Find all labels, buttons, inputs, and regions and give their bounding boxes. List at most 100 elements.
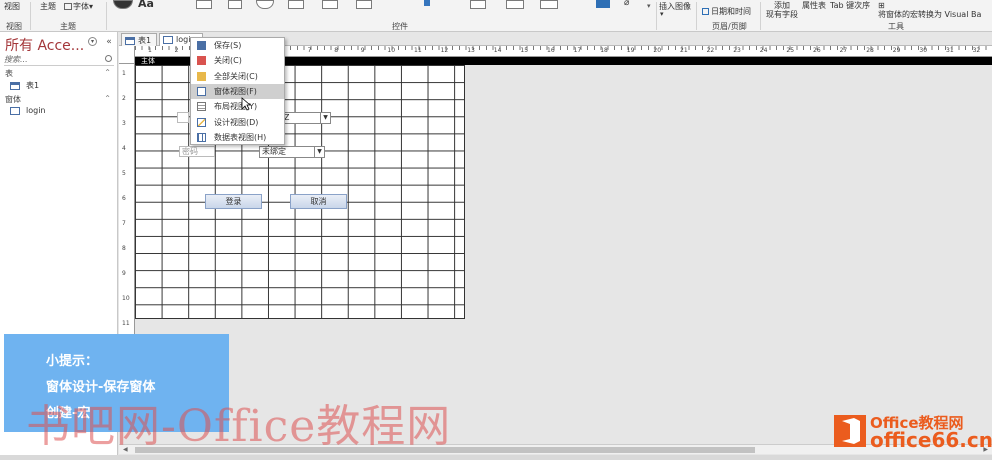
nav-item-label: 表1 <box>26 81 40 90</box>
chevron-up-icon[interactable]: ⌃ <box>104 68 111 77</box>
login-button[interactable]: 登录 <box>205 194 262 209</box>
tab-control-icon[interactable] <box>288 0 304 9</box>
date-time-button[interactable]: 日期和时间 <box>702 6 751 17</box>
nav-dropdown-icon[interactable]: ▾ <box>88 37 97 46</box>
ruler-corner[interactable] <box>119 46 135 64</box>
username-label[interactable] <box>177 112 189 123</box>
vertical-ruler[interactable]: 1 2 3 4 5 6 7 8 9 10 11 <box>119 64 135 364</box>
menu-item-label: 数据表视图(H) <box>214 133 267 142</box>
hyperlink-control-icon[interactable] <box>256 0 274 9</box>
view-group-label: 视图 <box>6 22 22 31</box>
font-label: 字体 <box>73 2 89 11</box>
menu-item-layout-view[interactable]: 布局视图(Y) <box>191 99 284 114</box>
textbox-control-icon[interactable] <box>196 0 212 9</box>
convert-macros-button[interactable]: 将窗体的宏转换为 Visual Ba <box>878 9 981 20</box>
menu-item-save[interactable]: 保存(S) <box>191 38 284 53</box>
ruler-tick-label: 27 <box>839 47 848 54</box>
search-icon[interactable] <box>105 55 112 62</box>
ruler-tick-label: 29 <box>892 47 901 54</box>
image-control-icon[interactable] <box>596 0 610 8</box>
menu-item-datasheet-view[interactable]: 数据表视图(H) <box>191 130 284 145</box>
ruler-tick-label: 25 <box>786 47 795 54</box>
insert-image-dropdown-icon[interactable]: ▾ <box>660 10 664 18</box>
controls-more-icon[interactable]: ▾ <box>647 2 651 10</box>
line-control-icon[interactable] <box>470 0 486 9</box>
menu-item-close[interactable]: 关闭(C) <box>191 53 284 68</box>
ribbon: 视图 视图 主题 字体▾ 主题 Aa ⌀ ▾ 控件 插入图像 ▾ 日期和时间 页… <box>0 0 992 32</box>
ruler-tick-label: 13 <box>467 47 475 54</box>
ruler-tick-label: 26 <box>813 47 821 54</box>
menu-item-form-view[interactable]: 窗体视图(F) <box>191 84 284 99</box>
rectangle-control-icon[interactable] <box>506 0 524 9</box>
menu-item-label: 全部关闭(C) <box>214 72 258 81</box>
nav-group-forms[interactable]: 窗体 ⌃ <box>5 94 113 105</box>
ruler-tick-label: 4 <box>122 145 126 152</box>
ruler-tick-label: 32 <box>972 47 981 54</box>
ruler-tick-label: 10 <box>122 295 130 302</box>
menu-item-label: 关闭(C) <box>214 56 242 65</box>
password-combo[interactable]: 未绑定 ▼ <box>259 146 325 158</box>
toggle-control-icon[interactable] <box>540 0 558 9</box>
chart-control-icon[interactable] <box>424 0 430 6</box>
ribbon-separator <box>760 2 761 30</box>
ruler-tick-label: 22 <box>706 47 715 54</box>
detail-section-grid[interactable]: Z ▼ 密码 未绑定 ▼ 登录 取消 <box>135 65 465 319</box>
tab-context-menu: 保存(S) 关闭(C) 全部关闭(C) 窗体视图(F) 布局视图(Y) 设计视图… <box>190 37 285 145</box>
tab-label: 表1 <box>138 36 152 45</box>
tab-order-button[interactable]: Tab 键次序 <box>830 0 870 11</box>
ribbon-separator <box>30 2 31 30</box>
button-control-icon[interactable] <box>113 0 133 9</box>
ruler-tick-label: 11 <box>414 47 422 54</box>
date-time-label: 日期和时间 <box>711 7 751 16</box>
font-button[interactable]: 字体▾ <box>64 1 93 12</box>
menu-item-design-view[interactable]: 设计视图(D) <box>191 115 284 130</box>
ruler-tick-label: 18 <box>600 47 608 54</box>
menu-item-label: 设计视图(D) <box>214 118 259 127</box>
option-group-icon[interactable] <box>356 0 372 9</box>
chevron-down-icon[interactable]: ▼ <box>314 147 324 157</box>
ribbon-separator <box>696 2 697 30</box>
attachment-control-icon[interactable]: ⌀ <box>624 0 629 8</box>
nav-item-label: login <box>26 106 46 115</box>
access-window: 视图 视图 主题 字体▾ 主题 Aa ⌀ ▾ 控件 插入图像 ▾ 日期和时间 页… <box>0 0 992 460</box>
password-label[interactable]: 密码 <box>179 146 215 157</box>
ruler-tick-label: 16 <box>547 47 555 54</box>
font-icon <box>64 3 72 10</box>
nav-item-table1[interactable]: 表1 <box>10 80 39 91</box>
ruler-tick-label: 12 <box>440 47 449 54</box>
layout-view-icon <box>197 102 206 111</box>
label-control-icon[interactable]: Aa <box>138 0 154 10</box>
tab-table1[interactable]: 表1 <box>121 33 157 46</box>
checkbox-control-icon[interactable] <box>228 0 242 9</box>
ruler-tick-label: 9 <box>360 47 365 54</box>
theme-button[interactable]: 主题 <box>40 1 56 12</box>
username-combo[interactable]: Z ▼ <box>281 112 331 124</box>
property-sheet-button[interactable]: 属性表 <box>802 0 826 11</box>
view-button[interactable]: 视图 <box>4 1 20 12</box>
ruler-tick-label: 31 <box>946 47 954 54</box>
form-icon <box>10 106 20 115</box>
add-existing-fields-button[interactable]: 现有字段 <box>766 9 798 20</box>
ruler-tick-label: 10 <box>387 47 396 54</box>
theme-group-label: 主题 <box>60 22 76 31</box>
nav-group-tables[interactable]: 表 ⌃ <box>5 68 113 79</box>
nav-collapse-icon[interactable]: « <box>104 37 114 47</box>
cancel-button[interactable]: 取消 <box>290 194 347 209</box>
navigation-control-icon[interactable] <box>322 0 338 9</box>
datasheet-view-icon <box>197 133 206 142</box>
nav-item-login[interactable]: login <box>10 106 46 115</box>
menu-item-close-all[interactable]: 全部关闭(C) <box>191 69 284 84</box>
mouse-cursor-icon <box>241 97 251 111</box>
ruler-tick-label: 7 <box>307 47 312 54</box>
calendar-icon <box>702 8 709 15</box>
ruler-tick-label: 14 <box>493 47 502 54</box>
ruler-tick-label: 8 <box>334 47 339 54</box>
ruler-tick-label: 30 <box>919 47 928 54</box>
form-view-icon <box>197 87 206 96</box>
nav-search-input[interactable]: 搜索... <box>4 54 114 66</box>
design-view-icon <box>197 118 206 127</box>
chevron-up-icon[interactable]: ⌃ <box>104 94 111 103</box>
chevron-down-icon[interactable]: ▼ <box>320 113 330 123</box>
nav-pane-title[interactable]: 所有 Acce... <box>5 35 84 55</box>
label-text: 密码 <box>182 147 198 156</box>
